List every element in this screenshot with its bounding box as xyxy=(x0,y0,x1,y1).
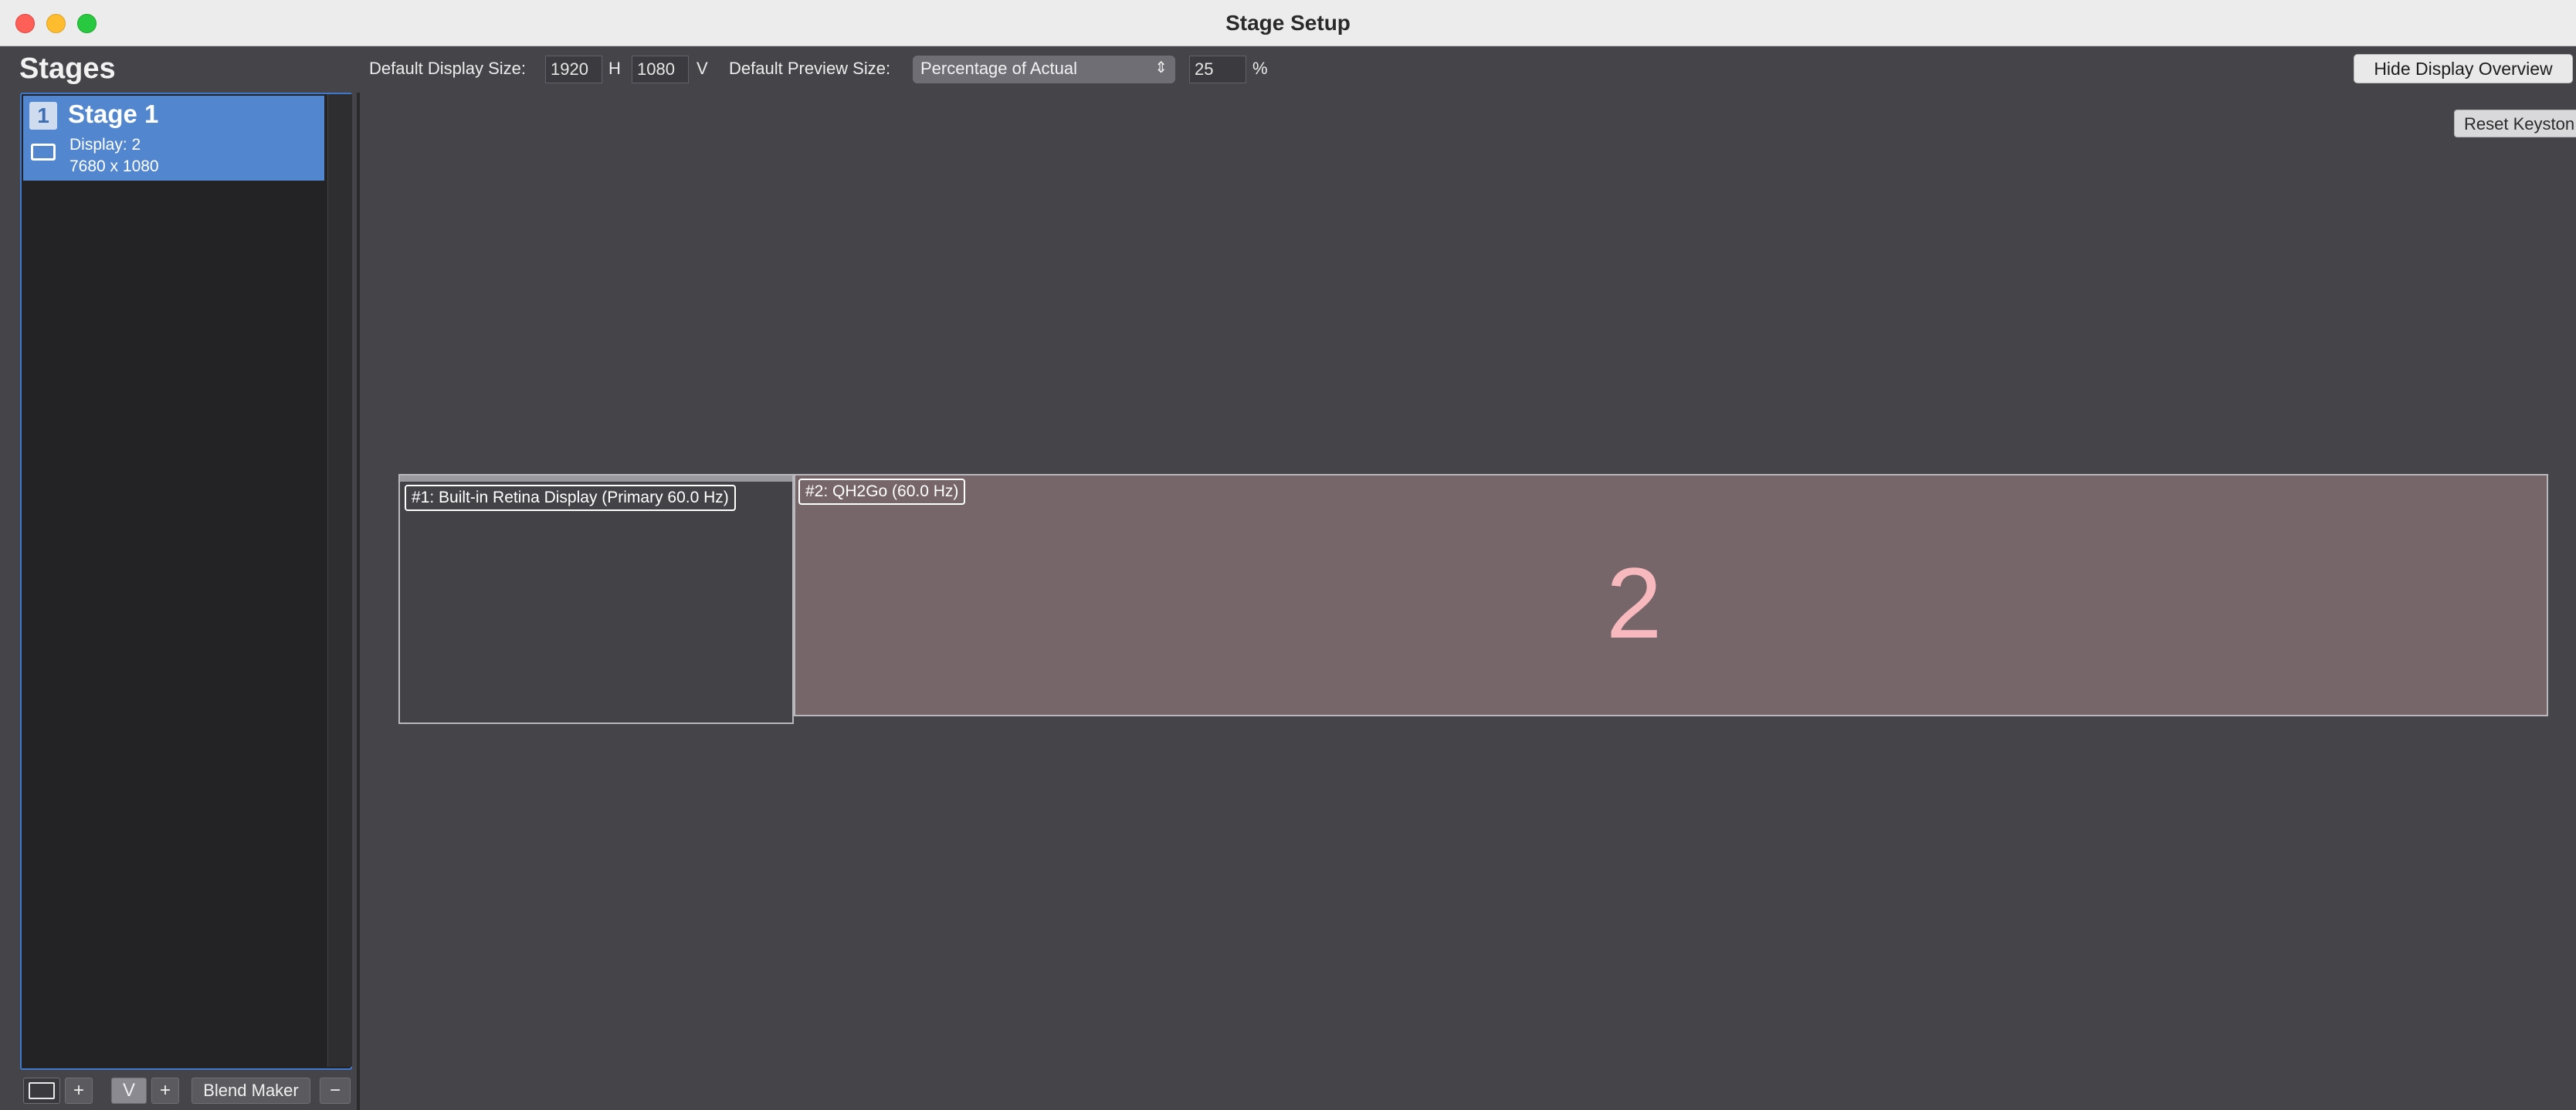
window-title: Stage Setup xyxy=(1225,11,1351,35)
virtual-stage-button[interactable]: V xyxy=(111,1078,147,1104)
default-display-size-label: Default Display Size: xyxy=(369,59,526,78)
preview-percent-field[interactable]: 25 xyxy=(1189,56,1246,83)
stage-display-count: Display: 2 xyxy=(69,136,141,154)
h-label: H xyxy=(608,59,621,78)
add-screen-button[interactable] xyxy=(23,1078,60,1104)
blend-maker-button[interactable]: Blend Maker xyxy=(192,1078,310,1104)
stages-heading: Stages xyxy=(19,52,116,85)
display-1-preview[interactable]: #1: Built-in Retina Display (Primary 60.… xyxy=(398,474,794,724)
display-1-header-strip xyxy=(400,475,792,482)
percent-label: % xyxy=(1252,59,1268,78)
display-icon xyxy=(31,144,56,161)
default-preview-size-label: Default Preview Size: xyxy=(729,59,891,78)
preview-size-select[interactable]: Percentage of Actual ⇕ xyxy=(913,56,1175,83)
reset-keystone-button[interactable]: Reset Keyston xyxy=(2454,110,2576,137)
stages-list[interactable] xyxy=(20,93,352,1070)
add-virtual-stage-button[interactable]: + xyxy=(151,1078,179,1104)
display-2-label: #2: QH2Go (60.0 Hz) xyxy=(798,479,966,505)
display-height-field[interactable]: 1080 xyxy=(632,56,689,83)
title-bar: Stage Setup xyxy=(0,0,2576,46)
stage-list-item[interactable]: 1 Stage 1 Display: 2 7680 x 1080 xyxy=(23,96,324,181)
hide-display-overview-button[interactable]: Hide Display Overview xyxy=(2354,54,2573,83)
sidebar-divider[interactable] xyxy=(357,93,360,1110)
display-2-number: 2 xyxy=(1606,547,1663,659)
preview-size-value: Percentage of Actual xyxy=(920,59,1078,78)
display-1-label: #1: Built-in Retina Display (Primary 60.… xyxy=(405,485,736,511)
stage-number-badge: 1 xyxy=(29,102,57,130)
stages-list-scrollbar[interactable] xyxy=(327,94,352,1067)
stage-name: Stage 1 xyxy=(68,100,159,128)
remove-stage-button[interactable]: − xyxy=(320,1078,351,1104)
screen-icon xyxy=(29,1082,55,1099)
display-2-preview[interactable]: #2: QH2Go (60.0 Hz) 2 xyxy=(794,474,2548,716)
stage-resolution: 7680 x 1080 xyxy=(69,157,159,175)
chevron-up-down-icon: ⇕ xyxy=(1154,59,1168,76)
v-label: V xyxy=(697,59,708,78)
display-width-field[interactable]: 1920 xyxy=(545,56,602,83)
add-stage-button[interactable]: + xyxy=(65,1078,93,1104)
